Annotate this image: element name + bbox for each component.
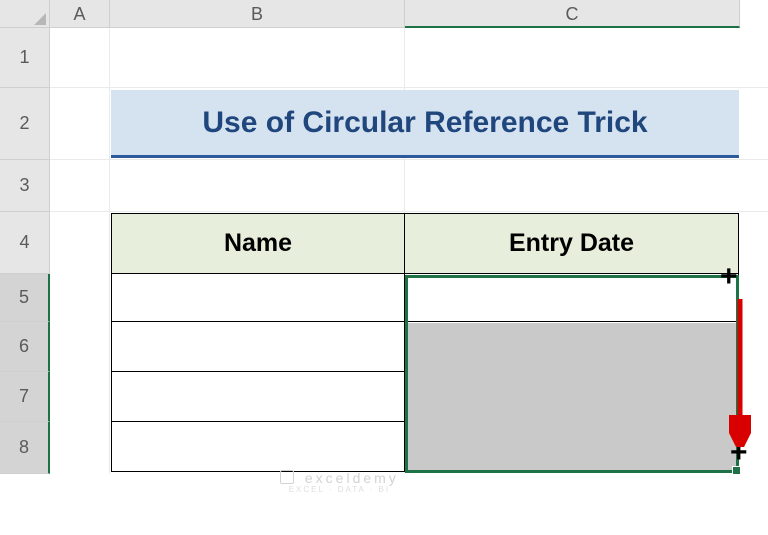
column-header-c[interactable]: C xyxy=(405,0,740,28)
title-text: Use of Circular Reference Trick xyxy=(202,106,647,140)
cell-c6[interactable] xyxy=(405,322,739,372)
row-header-5[interactable]: 5 xyxy=(0,274,50,322)
watermark-tagline: EXCEL · DATA · BI xyxy=(280,485,399,494)
cell-b5[interactable] xyxy=(111,274,405,322)
cell-c5[interactable] xyxy=(405,274,739,322)
table-row xyxy=(111,422,739,472)
column-header-a[interactable]: A xyxy=(50,0,110,28)
row-headers: 1 2 3 4 5 6 7 8 xyxy=(0,28,50,474)
cell-b8[interactable] xyxy=(111,422,405,472)
cell-c8[interactable] xyxy=(405,422,739,472)
title-banner: Use of Circular Reference Trick xyxy=(111,90,739,158)
row-header-6[interactable]: 6 xyxy=(0,322,50,372)
cell-b6[interactable] xyxy=(111,322,405,372)
column-header-b[interactable]: B xyxy=(110,0,405,28)
row-header-4[interactable]: 4 xyxy=(0,212,50,274)
row-header-3[interactable]: 3 xyxy=(0,160,50,212)
row-header-8[interactable]: 8 xyxy=(0,422,50,474)
row-header-2[interactable]: 2 xyxy=(0,88,50,160)
column-headers: A B C xyxy=(50,0,768,28)
select-all-corner[interactable] xyxy=(0,0,50,28)
table-row xyxy=(111,372,739,422)
cell-c7[interactable] xyxy=(405,372,739,422)
table-header-row: Name Entry Date xyxy=(111,213,739,274)
gridline-col-a xyxy=(50,28,110,474)
data-table: Name Entry Date xyxy=(111,213,739,472)
table-row xyxy=(111,274,739,322)
row-header-7[interactable]: 7 xyxy=(0,372,50,422)
header-entry-date[interactable]: Entry Date xyxy=(405,213,739,274)
row-header-1[interactable]: 1 xyxy=(0,28,50,88)
table-row xyxy=(111,322,739,372)
cell-b7[interactable] xyxy=(111,372,405,422)
header-name[interactable]: Name xyxy=(111,213,405,274)
select-all-triangle-icon xyxy=(34,13,46,25)
